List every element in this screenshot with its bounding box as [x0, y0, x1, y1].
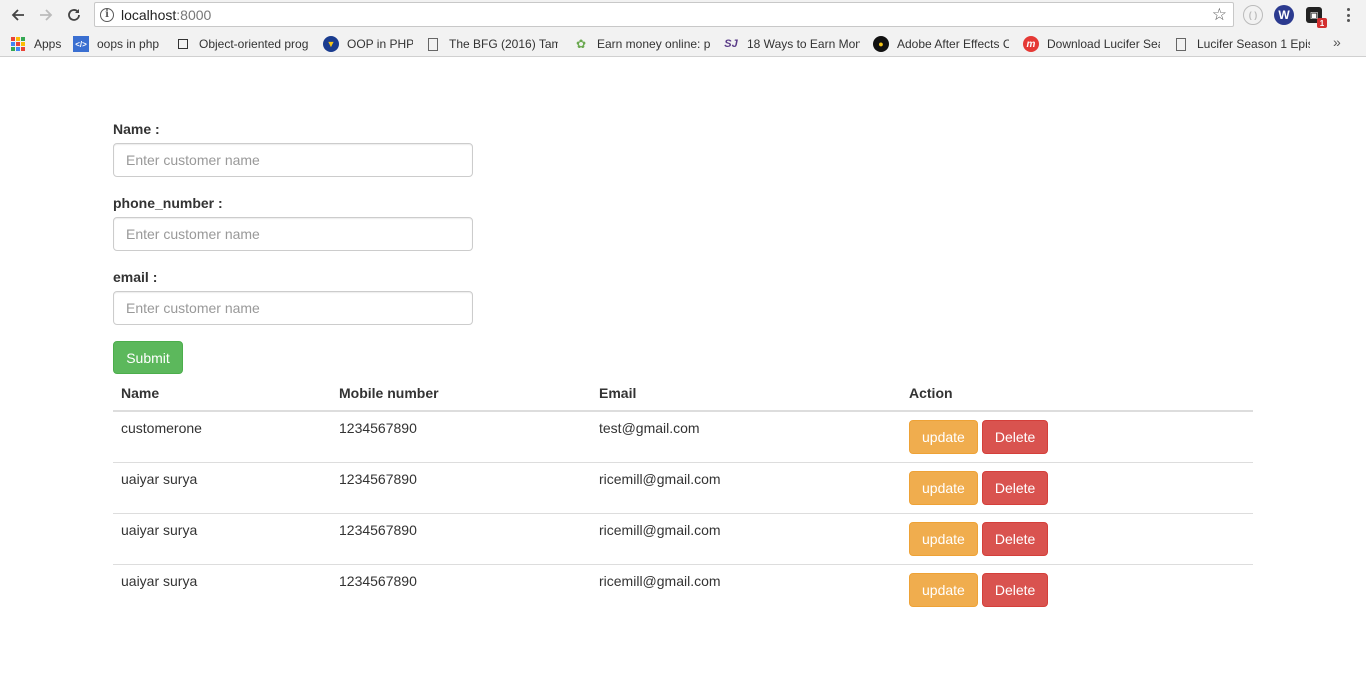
phone-field-group: phone_number : — [113, 193, 473, 251]
column-header-email: Email — [591, 375, 901, 412]
bookmark-adobe-after-effects[interactable]: ● Adobe After Effects C — [873, 35, 1009, 53]
cell-mobile: 1234567890 — [331, 462, 591, 514]
update-button[interactable]: update — [909, 471, 978, 505]
delete-button[interactable]: Delete — [981, 471, 1049, 505]
submit-button[interactable]: Submit — [113, 341, 183, 374]
delete-button[interactable]: Delete — [981, 420, 1049, 454]
address-bar[interactable]: i localhost:8000 ☆ — [94, 2, 1234, 27]
extension-badge-icon[interactable]: ▣ 1 — [1306, 7, 1327, 28]
cell-mobile: 1234567890 — [331, 410, 591, 463]
cell-mobile: 1234567890 — [331, 564, 591, 616]
table-row: uaiyar surya 1234567890 ricemill@gmail.c… — [113, 462, 1253, 514]
update-button[interactable]: update — [909, 573, 978, 607]
cell-email: ricemill@gmail.com — [591, 462, 901, 514]
star-icon[interactable]: ☆ — [1212, 6, 1227, 23]
chevron-right-double-icon[interactable]: » — [1333, 34, 1341, 50]
bookmark-oop-in-php[interactable]: ▼ OOP in PHP — [323, 35, 413, 53]
phone-label: phone_number : — [113, 195, 223, 211]
bookmark-oops-in-php[interactable]: </> oops in php — [73, 35, 161, 53]
m-logo-icon: m — [1023, 36, 1039, 52]
cell-action: update Delete — [901, 564, 1253, 616]
bookmark-object-oriented[interactable]: Object-oriented prog — [175, 35, 310, 53]
delete-button[interactable]: Delete — [981, 522, 1049, 556]
update-button[interactable]: update — [909, 420, 978, 454]
table-row: customerone 1234567890 test@gmail.com up… — [113, 410, 1253, 463]
forward-arrow-icon[interactable] — [35, 4, 57, 26]
email-input[interactable] — [113, 291, 473, 325]
globe-icon: ▼ — [323, 36, 339, 52]
table-row: uaiyar surya 1234567890 ricemill@gmail.c… — [113, 513, 1253, 565]
apps-grid-icon — [10, 36, 26, 52]
table-row: uaiyar surya 1234567890 ricemill@gmail.c… — [113, 564, 1253, 616]
cell-action: update Delete — [901, 410, 1253, 463]
bulb-icon: ● — [873, 36, 889, 52]
bookmark-apps[interactable]: Apps — [10, 35, 61, 53]
document-icon — [425, 36, 441, 52]
delete-button[interactable]: Delete — [981, 573, 1049, 607]
browser-toolbar: i localhost:8000 ☆ ( ) W ▣ 1 — [0, 0, 1366, 30]
table-header-row: Name Mobile number Email Action — [113, 375, 1253, 412]
update-button[interactable]: update — [909, 522, 978, 556]
bookmark-earn-money[interactable]: ✿ Earn money online: p — [573, 35, 710, 53]
sj-logo-icon: SJ — [724, 38, 738, 50]
cell-email: test@gmail.com — [591, 410, 901, 463]
column-header-mobile: Mobile number — [331, 375, 591, 412]
bookmarks-bar: Apps </> oops in php Object-oriented pro… — [0, 30, 1366, 57]
cell-email: ricemill@gmail.com — [591, 513, 901, 565]
column-header-name: Name — [113, 375, 331, 412]
email-field-group: email : — [113, 267, 473, 325]
name-input[interactable] — [113, 143, 473, 177]
reload-icon[interactable] — [63, 4, 85, 26]
cell-name: customerone — [113, 410, 331, 463]
code-site-icon: </> — [73, 36, 89, 52]
bookmark-lucifer-season[interactable]: Lucifer Season 1 Episo — [1173, 35, 1310, 53]
extension-circle-icon[interactable]: ( ) — [1243, 5, 1263, 25]
kebab-menu-icon[interactable] — [1342, 6, 1354, 24]
column-header-action: Action — [901, 375, 1253, 412]
extension-count-badge: 1 — [1317, 18, 1327, 28]
document-icon — [1173, 36, 1189, 52]
cell-mobile: 1234567890 — [331, 513, 591, 565]
url-text: localhost:8000 — [121, 6, 212, 23]
cell-name: uaiyar surya — [113, 564, 331, 616]
plant-icon: ✿ — [575, 37, 587, 51]
name-field-group: Name : — [113, 119, 473, 177]
phone-input[interactable] — [113, 217, 473, 251]
cell-name: uaiyar surya — [113, 462, 331, 514]
bookmark-download-lucifer[interactable]: m Download Lucifer Sea — [1023, 35, 1160, 53]
bookmark-18-ways[interactable]: SJ 18 Ways to Earn Mon — [723, 35, 860, 53]
bookmark-bfg[interactable]: The BFG (2016) Tamil — [425, 35, 558, 53]
info-icon[interactable]: i — [100, 7, 114, 22]
cell-action: update Delete — [901, 513, 1253, 565]
cell-name: uaiyar surya — [113, 513, 331, 565]
back-arrow-icon[interactable] — [7, 4, 29, 26]
w-extension-icon[interactable]: W — [1274, 5, 1294, 25]
email-label: email : — [113, 269, 158, 285]
page-icon — [175, 36, 191, 52]
name-label: Name : — [113, 121, 160, 137]
cell-email: ricemill@gmail.com — [591, 564, 901, 616]
customer-table: Name Mobile number Email Action customer… — [113, 375, 1253, 616]
cell-action: update Delete — [901, 462, 1253, 514]
